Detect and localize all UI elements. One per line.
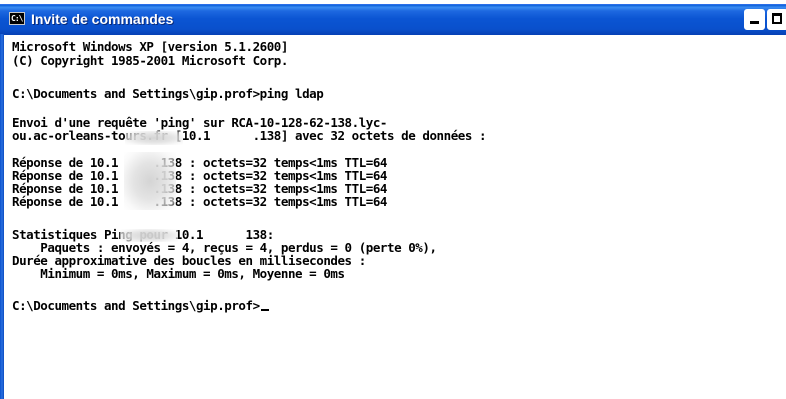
maximize-button[interactable] bbox=[767, 9, 786, 30]
redaction-blur bbox=[125, 131, 183, 145]
console-line: (C) Copyright 1985-2001 Microsoft Corp. bbox=[12, 53, 288, 68]
console-app-icon-label: C:\ bbox=[11, 14, 23, 23]
console-prompt-line: C:\Documents and Settings\gip.prof> bbox=[12, 299, 269, 313]
redaction-blur bbox=[120, 229, 178, 242]
console-line: Minimum = 0ms, Maximum = 0ms, Moyenne = … bbox=[12, 266, 345, 281]
minimize-icon bbox=[750, 21, 759, 24]
title-bar[interactable]: C:\ Invite de commandes bbox=[0, 4, 786, 35]
console-line: ou.ac-orleans-tours.fr [10.1 .138] avec … bbox=[12, 128, 487, 143]
text-cursor bbox=[260, 309, 269, 311]
console-line: Réponse de 10.1 .138 : octets=32 temps<1… bbox=[12, 194, 388, 209]
console-output[interactable]: Microsoft Windows XP [version 5.1.2600] … bbox=[6, 38, 786, 399]
window-title: Invite de commandes bbox=[31, 11, 174, 27]
window-frame-left bbox=[0, 34, 4, 399]
minimize-button[interactable] bbox=[744, 9, 765, 30]
command-prompt-window: C:\ Invite de commandes Microsoft Window… bbox=[0, 0, 786, 399]
console-prompt: C:\Documents and Settings\gip.prof> bbox=[12, 298, 260, 313]
console-line: C:\Documents and Settings\gip.prof>ping … bbox=[12, 86, 324, 101]
console-app-icon[interactable]: C:\ bbox=[9, 12, 25, 25]
maximize-icon bbox=[772, 13, 782, 24]
console-line: Microsoft Windows XP [version 5.1.2600] bbox=[12, 39, 288, 54]
redaction-blur bbox=[124, 152, 176, 210]
